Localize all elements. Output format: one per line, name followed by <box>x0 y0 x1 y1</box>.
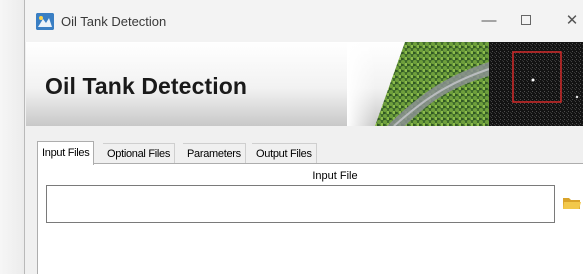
background-left <box>0 0 24 274</box>
window-title: Oil Tank Detection <box>61 14 167 29</box>
app-icon <box>36 13 54 30</box>
app-window: Oil Tank Detection — ✕ Oil Tank Detectio… <box>24 0 583 274</box>
maximize-button[interactable] <box>511 9 541 33</box>
tab-input-files[interactable]: Input Files <box>37 141 95 165</box>
input-files-panel: Input File <box>37 163 583 274</box>
minimize-icon: — <box>481 12 497 29</box>
input-file-field[interactable] <box>46 185 555 223</box>
close-button[interactable]: ✕ <box>557 9 583 33</box>
input-file-label: Input File <box>312 170 358 182</box>
maximize-icon <box>521 14 531 25</box>
tab-bar: Input Files Optional Files Parameters Ou… <box>37 141 583 165</box>
title-bar: Oil Tank Detection — ✕ <box>25 0 583 42</box>
browse-button[interactable] <box>561 194 583 212</box>
banner-title: Oil Tank Detection <box>45 73 248 99</box>
tab-output-files[interactable]: Output Files <box>252 143 317 164</box>
tab-parameters[interactable]: Parameters <box>183 143 246 164</box>
tab-optional-files[interactable]: Optional Files <box>103 143 176 164</box>
header-banner: Oil Tank Detection <box>26 42 583 126</box>
close-icon: ✕ <box>565 12 579 29</box>
satellite-imagery-graphic <box>347 42 583 126</box>
minimize-button[interactable]: — <box>474 9 504 33</box>
folder-icon <box>563 198 581 209</box>
